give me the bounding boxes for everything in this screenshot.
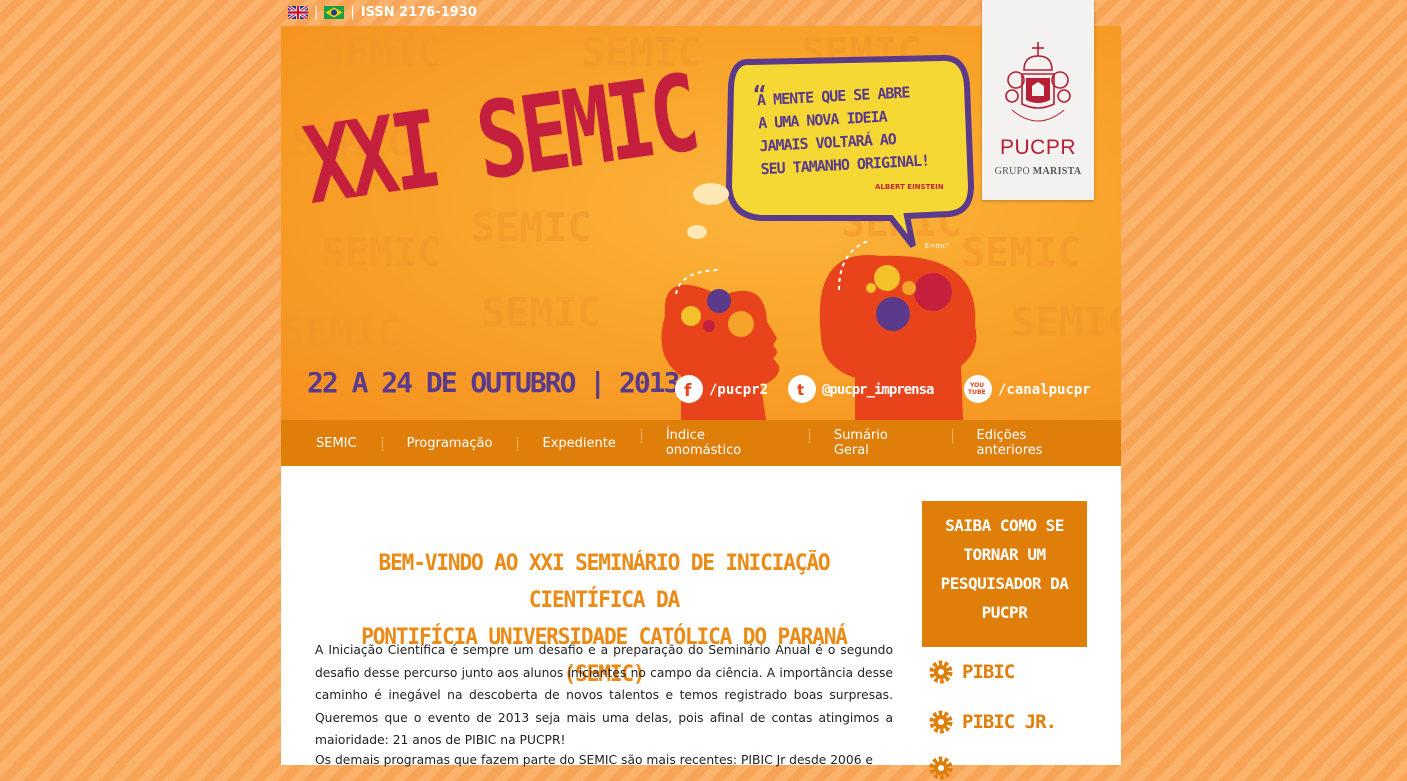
- watermark-text: SEMIC: [321, 230, 441, 276]
- nav-item-sumario-geral[interactable]: Sumário Geral: [808, 428, 952, 458]
- gear-icon: [929, 660, 953, 684]
- logo-name: PUCPR: [999, 136, 1076, 159]
- sidebar-link-pibic[interactable]: PIBIC: [928, 659, 1015, 685]
- youtube-icon-glyph: YOU: [969, 382, 984, 389]
- thought-cloud: [687, 183, 729, 239]
- programs-paragraph: Os demais programas que fazem parte do S…: [315, 753, 873, 767]
- watermark-text: SEMIC: [1011, 300, 1121, 346]
- twitter-icon-glyph: t: [797, 381, 804, 399]
- formula-text: E=mc²: [925, 242, 949, 250]
- facebook-handle: /pucpr2: [709, 382, 768, 398]
- sidebar-link-third[interactable]: [928, 755, 962, 781]
- watermark-text: SEMIC: [321, 30, 441, 76]
- nav-item-expediente[interactable]: Expediente: [517, 436, 640, 451]
- event-dates: 22 A 24 DE OUTUBRO | 2013: [307, 366, 680, 399]
- quote-author: ALBERT EINSTEIN: [875, 183, 944, 191]
- separator: |: [350, 4, 355, 20]
- sidebar-link-label: PIBIC JR.: [962, 711, 1057, 733]
- sidebar-link-label: PIBIC: [962, 661, 1015, 683]
- sidebar-link-pibic-jr[interactable]: PIBIC JR.: [928, 709, 1057, 735]
- gear-icon: [929, 756, 953, 780]
- left-head-illustration: [661, 284, 780, 420]
- youtube-handle: /canalpucpr: [998, 382, 1091, 398]
- logo-subtitle-regular: GRUPO: [994, 166, 1033, 177]
- youtube-icon-glyph: TUBE: [968, 389, 986, 396]
- watermark-text: SEMIC: [961, 230, 1081, 276]
- researcher-cta-box[interactable]: SAIBA COMO SE TORNAR UM PESQUISADOR DA P…: [922, 501, 1087, 647]
- cta-line: PUCPR: [981, 603, 1028, 622]
- cta-line: SAIBA COMO SE: [945, 516, 1064, 535]
- logo-subtitle: GRUPO MARISTA: [982, 166, 1094, 177]
- nav-item-programacao[interactable]: Programação: [381, 436, 518, 451]
- pucpr-crest-icon: [1005, 42, 1071, 122]
- pucpr-logo[interactable]: PUCPR GRUPO MARISTA: [982, 0, 1094, 200]
- top-bar: | | ISSN 2176-1930: [288, 3, 477, 21]
- main-nav: SEMIC Programação Expediente Índice onom…: [281, 420, 1121, 466]
- logo-subtitle-bold: MARISTA: [1032, 166, 1082, 177]
- cta-line: PESQUISADOR DA: [940, 574, 1069, 593]
- welcome-heading-line: BEM-VINDO AO XXI SEMINÁRIO DE INICIAÇÃO …: [378, 550, 831, 613]
- cta-line: TORNAR UM: [963, 545, 1046, 564]
- banner-title: XXI SEMIC: [297, 53, 701, 229]
- twitter-handle: @pucpr_imprensa: [822, 382, 934, 398]
- brazil-flag-icon[interactable]: [324, 5, 345, 19]
- intro-paragraph: A Iniciação Científica é sempre um desaf…: [315, 643, 893, 748]
- uk-flag-icon[interactable]: [288, 5, 308, 19]
- watermark-text: SEMIC: [281, 310, 401, 356]
- watermark-text: SEMIC: [471, 205, 591, 251]
- separator: |: [314, 4, 319, 20]
- issn-label: ISSN 2176-1930: [360, 4, 477, 20]
- nav-item-edicoes-anteriores[interactable]: Edições anteriores: [951, 428, 1122, 458]
- nav-item-indice-onomastico[interactable]: Índice onomástico: [640, 428, 809, 458]
- watermark-text: SEMIC: [481, 290, 601, 336]
- facebook-icon-glyph: f: [684, 381, 692, 401]
- nav-item-semic[interactable]: SEMIC: [281, 436, 382, 451]
- gear-icon: [929, 710, 953, 734]
- youtube-link[interactable]: YOU TUBE /canalpucpr: [964, 375, 1091, 403]
